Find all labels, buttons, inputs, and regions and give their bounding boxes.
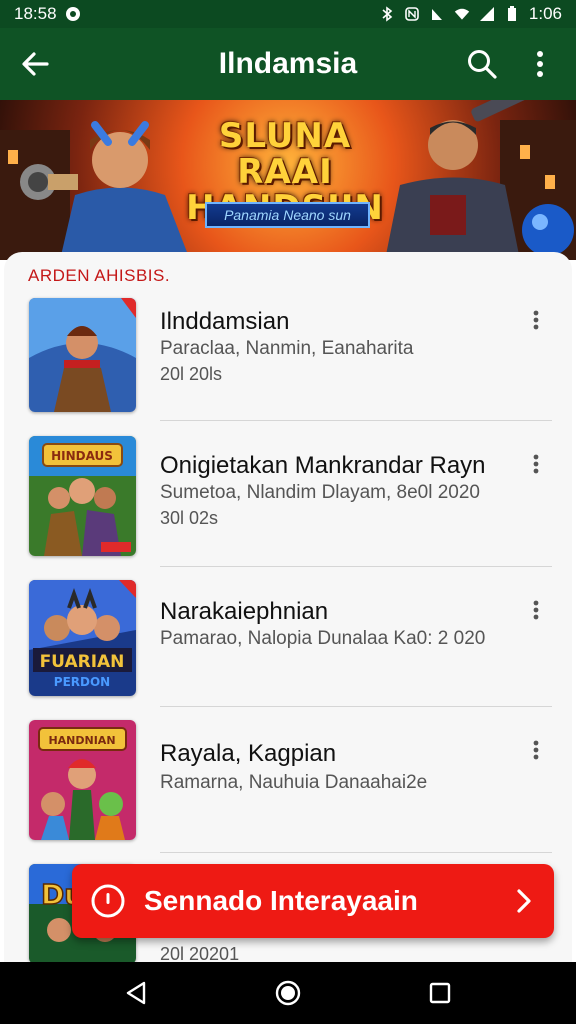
arrow-left-icon <box>22 52 49 76</box>
divider <box>160 852 552 853</box>
more-vert-icon <box>533 454 539 474</box>
vibrate-icon <box>429 6 445 22</box>
battery-icon <box>504 6 520 22</box>
item-meta: 20l 20201 <box>160 944 240 964</box>
thumb-banner-text: HANDNIAN <box>48 734 115 747</box>
thumb-banner-text: FUARIAN <box>40 652 125 672</box>
more-vert-icon <box>537 51 543 77</box>
item-meta: 30l 02s <box>160 508 219 528</box>
thumb-banner-text: HINDAUS <box>51 449 113 463</box>
search-button[interactable] <box>456 38 508 90</box>
divider <box>160 566 552 567</box>
divider <box>160 420 552 421</box>
item-menu-button[interactable] <box>520 448 552 480</box>
item-subtitle: Paraclaa, Nanmin, Eanaharita <box>160 338 414 359</box>
info-circle-icon <box>72 864 144 938</box>
list-panel: ARDEN AHISBIS. Ilnddamsian Paraclaa, Nan… <box>4 252 572 964</box>
nav-back-button[interactable] <box>106 963 166 1023</box>
app-bar: Ilndamsia <box>0 28 576 100</box>
item-meta: 20l 20ls <box>160 364 223 384</box>
overflow-menu-button[interactable] <box>514 38 566 90</box>
cta-banner-button[interactable]: Sennado Interayaain <box>72 864 554 938</box>
wifi-icon <box>454 6 470 22</box>
thumb-sub-text: PERDON <box>54 675 110 689</box>
status-time: 18:58 <box>14 4 57 23</box>
circle-home-icon <box>275 980 301 1006</box>
item-thumbnail: HINDAUS <box>29 436 136 556</box>
bluetooth-icon <box>379 6 395 22</box>
more-vert-icon <box>533 740 539 760</box>
item-thumbnail: HANDNIAN <box>29 720 136 840</box>
list-item[interactable]: FUARIAN PERDON Narakaiephnian Pamarao, N… <box>4 580 572 724</box>
item-title: Narakaiephnian <box>160 598 329 625</box>
status-bar: 18:58 1:06 <box>0 0 576 28</box>
signal-icon <box>479 6 495 22</box>
divider <box>160 706 552 707</box>
item-title: Onigietakan Mankrandar Rayn <box>160 452 486 479</box>
nav-home-button[interactable] <box>258 963 318 1023</box>
triangle-back-icon <box>126 981 146 1005</box>
item-thumbnail <box>29 298 136 412</box>
item-subtitle: Pamarao, Nalopia Dunalaa Ka0: 2 020 <box>160 628 486 649</box>
nfc-icon <box>404 6 420 22</box>
status-clock: 1:06 <box>528 4 562 23</box>
chrome-icon <box>65 6 81 22</box>
more-vert-icon <box>533 600 539 620</box>
list-item[interactable]: Ilnddamsian Paraclaa, Nanmin, Eanaharita… <box>4 298 572 442</box>
system-nav-bar <box>0 962 576 1024</box>
item-subtitle: Sumetoa, Nlandim Dlayam, 8e0l 2020 <box>160 482 481 503</box>
item-thumbnail: FUARIAN PERDON <box>29 580 136 696</box>
search-icon <box>468 50 497 79</box>
item-menu-button[interactable] <box>520 594 552 626</box>
more-vert-icon <box>533 310 539 330</box>
section-label: ARDEN AHISBIS. <box>28 266 171 285</box>
list-item[interactable]: HANDNIAN Rayala, Kagpian Ramarna, Nauhui… <box>4 720 572 864</box>
item-title: Rayala, Kagpian <box>160 740 337 767</box>
chevron-right-icon <box>494 864 554 938</box>
item-menu-button[interactable] <box>520 304 552 336</box>
item-subtitle: Ramarna, Nauhuia Danaahai2e <box>160 772 428 793</box>
back-button[interactable] <box>0 28 70 100</box>
nav-recents-button[interactable] <box>410 963 470 1023</box>
item-menu-button[interactable] <box>520 734 552 766</box>
banner-title-line1: SLUNA RAAI <box>218 116 352 192</box>
square-recents-icon <box>429 982 451 1004</box>
promo-banner[interactable]: SLUNA RAAI HANDSIIN Panamia Neano sun <box>0 100 576 260</box>
list-item[interactable]: HINDAUS Onigietakan Mankrandar Rayn Sume… <box>4 436 572 580</box>
item-title: Ilnddamsian <box>160 308 290 335</box>
banner-subtitle: Panamia Neano sun <box>205 202 370 228</box>
cta-label: Sennado Interayaain <box>144 885 418 916</box>
